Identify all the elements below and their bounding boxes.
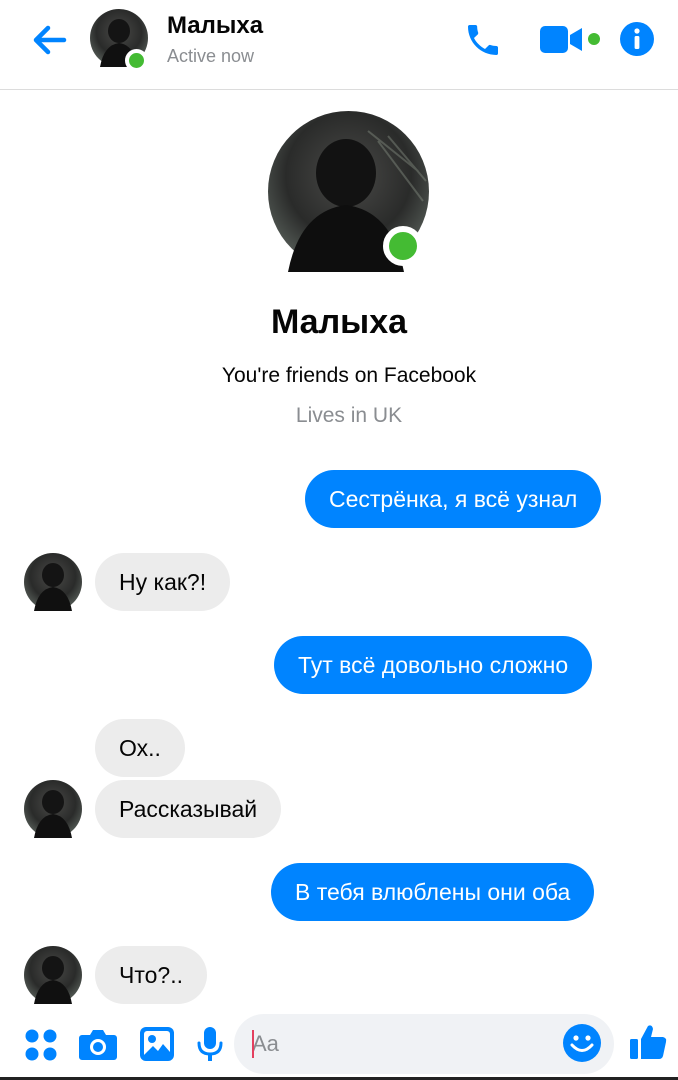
outgoing-message[interactable]: Сестрёнка, я всё узнал: [305, 470, 602, 528]
video-online-dot: [588, 33, 600, 45]
sender-avatar[interactable]: [24, 946, 82, 1004]
video-call-button[interactable]: [538, 22, 584, 58]
contact-name[interactable]: Малыха: [167, 12, 263, 40]
info-button[interactable]: [618, 20, 656, 58]
text-cursor: [252, 1030, 254, 1058]
image-icon[interactable]: [139, 1026, 175, 1062]
incoming-message[interactable]: Ох..: [95, 719, 185, 777]
incoming-message[interactable]: Рассказывай: [95, 780, 282, 838]
profile-online-indicator: [383, 226, 423, 266]
microphone-icon[interactable]: [196, 1025, 224, 1063]
back-arrow-icon: [33, 25, 67, 55]
video-camera-icon: [540, 26, 582, 53]
back-button[interactable]: [26, 20, 72, 60]
incoming-message[interactable]: Что?..: [95, 946, 207, 1004]
phone-icon: [468, 25, 498, 55]
message-input[interactable]: [234, 1014, 614, 1074]
outgoing-message[interactable]: Тут всё довольно сложно: [274, 636, 593, 694]
info-icon: [620, 22, 654, 56]
incoming-message[interactable]: Ну как?!: [95, 553, 231, 611]
camera-icon[interactable]: [78, 1026, 118, 1062]
active-status: Active now: [167, 46, 255, 66]
voice-call-button[interactable]: [462, 20, 504, 60]
friends-status-text: You're friends on Facebook: [221, 364, 477, 387]
thumbs-up-icon[interactable]: [628, 1022, 668, 1062]
conversation-header: Малыха Active now: [0, 0, 678, 90]
four-dots-icon[interactable]: [24, 1028, 58, 1062]
online-indicator: [125, 49, 148, 72]
smiley-icon[interactable]: [562, 1023, 602, 1063]
location-text: Lives in UK: [295, 404, 403, 427]
outgoing-message[interactable]: В тебя влюблены они оба: [271, 863, 595, 921]
profile-name: Малыха: [270, 303, 408, 341]
sender-avatar[interactable]: [24, 780, 82, 838]
sender-avatar[interactable]: [24, 553, 82, 611]
